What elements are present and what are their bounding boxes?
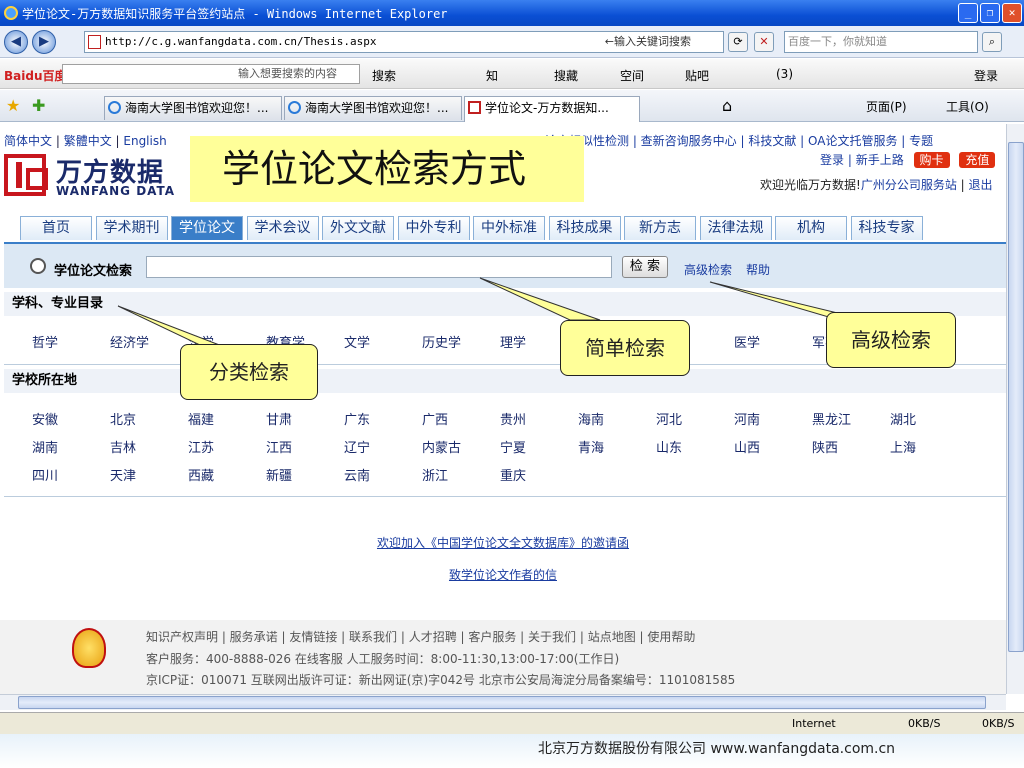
simple-pointer (479, 277, 601, 321)
callout-advanced: 高级检索 (826, 312, 956, 368)
zone-label: Internet (792, 717, 836, 730)
slide-footer: 北京万方数据股份有限公司 www.wanfangdata.com.cn (0, 734, 1024, 768)
upload-speed: 0KB/S (982, 717, 1015, 730)
callout-pointers (117, 277, 859, 347)
category-pointer (117, 305, 223, 347)
horizontal-scrollbar[interactable] (0, 694, 1006, 710)
company-line: 北京万方数据股份有限公司 www.wanfangdata.com.cn (538, 741, 896, 757)
scroll-thumb[interactable] (1008, 142, 1024, 652)
callout-category: 分类检索 (180, 344, 318, 400)
vertical-scrollbar[interactable] (1006, 124, 1024, 694)
callout-simple: 简单检索 (560, 320, 690, 376)
scroll-thumb[interactable] (18, 696, 986, 709)
download-speed: 0KB/S (908, 717, 941, 730)
status-bar: Internet 0KB/S 0KB/S (0, 712, 1024, 734)
